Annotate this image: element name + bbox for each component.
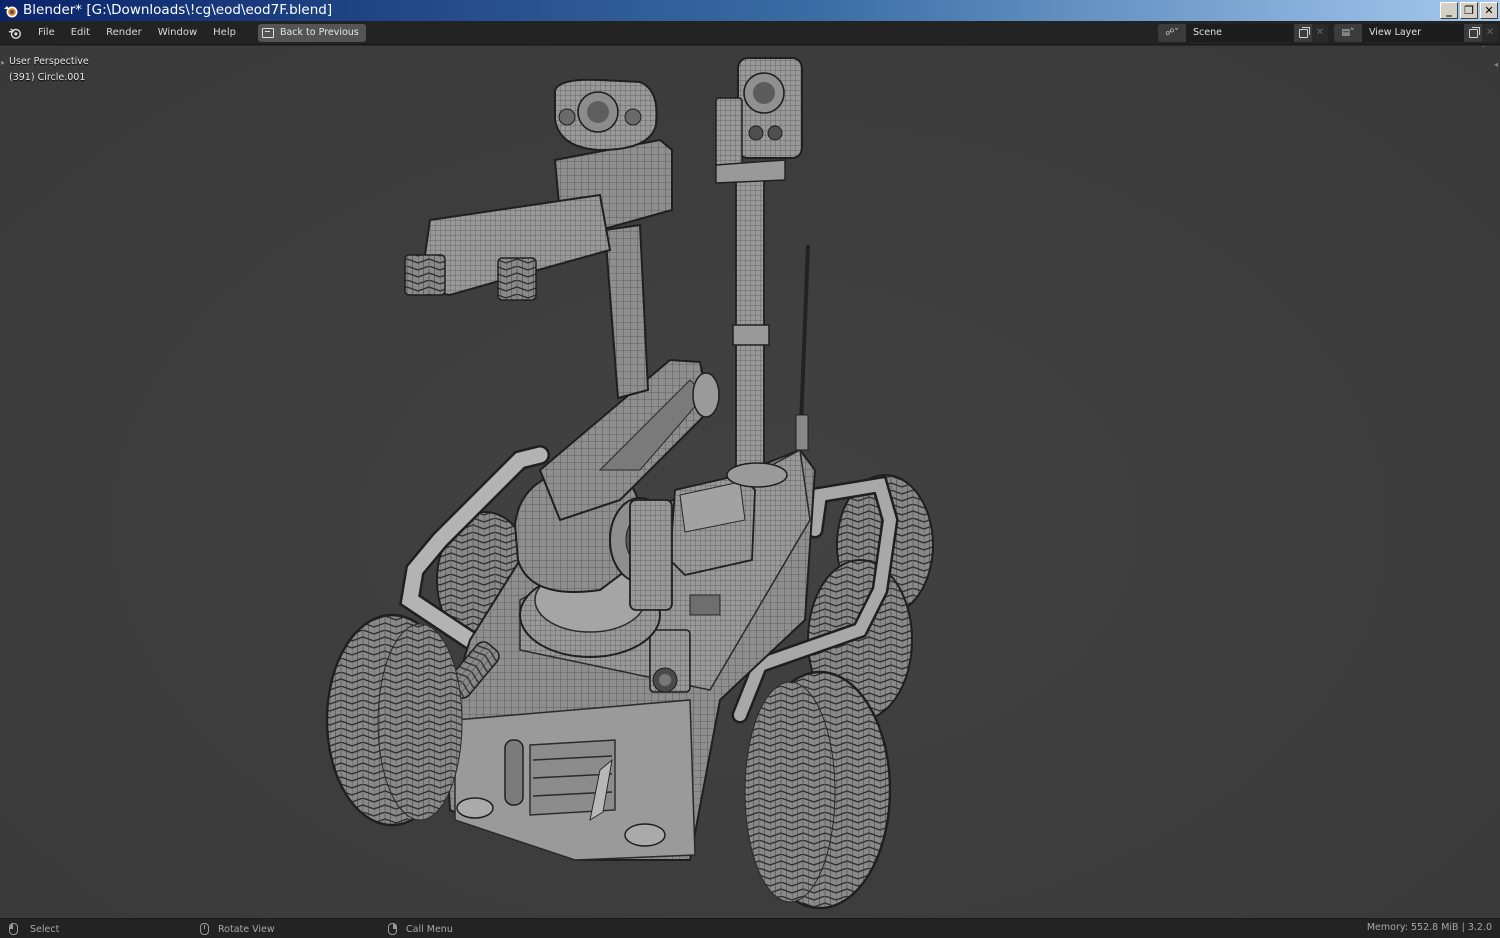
blender-menu-icon[interactable] <box>6 24 24 42</box>
scene-selector: ☍˅ Scene ✕ <box>1158 24 1328 42</box>
mouse-middle-icon <box>200 923 209 935</box>
new-scene-icon[interactable] <box>1294 24 1312 42</box>
window-titlebar: Blender* [G:\Downloads\!cg\eod\eod7F.ble… <box>0 0 1500 21</box>
remove-view-layer-icon[interactable]: ✕ <box>1482 24 1498 42</box>
view-layer-icon[interactable]: ▤˅ <box>1334 24 1362 42</box>
robot-model <box>325 57 934 910</box>
restore-button[interactable]: ❐ <box>1460 2 1478 19</box>
toolbar-expand-icon[interactable]: ▸ <box>1 58 5 67</box>
menu-window[interactable]: Window <box>150 23 205 43</box>
status-rotate: Rotate View <box>200 922 275 936</box>
status-memory: Memory: 552.8 MiB | 3.2.0 <box>1366 922 1492 933</box>
status-select: Select <box>9 922 59 936</box>
object-info: (391) Circle.001 <box>9 72 86 83</box>
scene-field[interactable]: Scene <box>1186 24 1294 42</box>
minimize-button[interactable]: _ <box>1440 2 1458 19</box>
scene-icon[interactable]: ☍˅ <box>1158 24 1186 42</box>
view-layer-field[interactable]: View Layer <box>1362 24 1464 42</box>
viewport-info: User Perspective (391) Circle.001 <box>9 54 89 86</box>
status-rotate-label: Rotate View <box>218 923 275 935</box>
back-icon <box>261 27 274 38</box>
mouse-left-icon <box>9 923 18 935</box>
header-collapse-icon[interactable]: ˅ <box>1482 46 1487 55</box>
menu-edit[interactable]: Edit <box>63 23 98 43</box>
status-call-menu-label: Call Menu <box>406 923 453 935</box>
3d-viewport[interactable]: ▸ User Perspective (391) Circle.001 ˅ ◂ <box>0 46 1500 918</box>
view-name: User Perspective <box>9 56 89 67</box>
menu-help[interactable]: Help <box>205 23 244 43</box>
close-button[interactable]: ✕ <box>1480 2 1498 19</box>
mouse-right-icon <box>388 923 397 935</box>
menu-file[interactable]: File <box>30 23 63 43</box>
status-call-menu: Call Menu <box>388 922 453 936</box>
sidebar-expand-icon[interactable]: ◂ <box>1494 60 1498 69</box>
back-to-previous-label: Back to Previous <box>279 27 359 38</box>
window-title: Blender* [G:\Downloads\!cg\eod\eod7F.ble… <box>23 2 333 18</box>
blender-topbar: File Edit Render Window Help Back to Pre… <box>0 21 1500 45</box>
back-to-previous-button[interactable]: Back to Previous <box>257 23 366 42</box>
status-bar: Select Rotate View Call Menu Memory: 552… <box>0 918 1500 938</box>
status-select-label: Select <box>30 923 60 935</box>
remove-scene-icon[interactable]: ✕ <box>1312 24 1328 42</box>
blender-logo-icon <box>4 5 18 17</box>
new-view-layer-icon[interactable] <box>1464 24 1482 42</box>
view-layer-selector: ▤˅ View Layer ✕ <box>1334 24 1498 42</box>
menu-render[interactable]: Render <box>98 23 150 43</box>
